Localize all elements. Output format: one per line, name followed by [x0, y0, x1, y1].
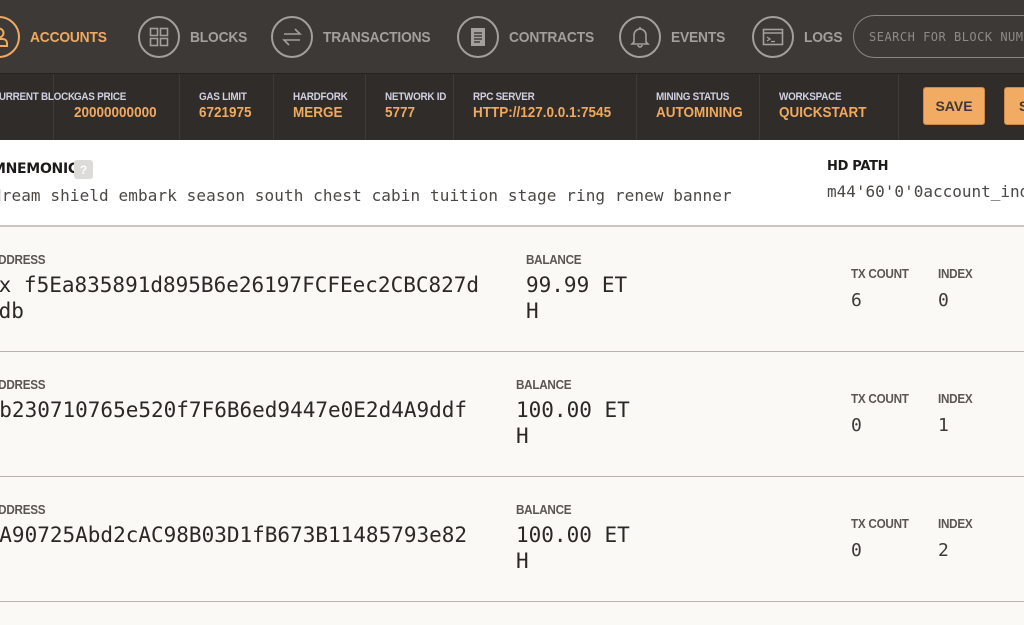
tx-count-label: TX COUNT	[851, 391, 909, 406]
address-value: 0xA90725Abd2cAC98B03D1fB673B11485793e82e…	[0, 523, 468, 547]
tx-count-value: 6	[851, 290, 862, 311]
stat-workspace: WORKSPACE QUICKSTART	[760, 74, 899, 141]
mnemonic-section: MNEMONIC ? dream shield embark season so…	[0, 140, 1024, 227]
mnemonic-value: dream shield embark season south chest c…	[0, 186, 732, 205]
status-bar: CURRENT BLOCK GAS PRICE 20000000000 GAS …	[0, 73, 1024, 141]
workspace-label: WORKSPACE	[779, 91, 842, 103]
balance-label: BALANCE	[516, 502, 572, 517]
bell-icon	[619, 16, 661, 58]
tx-count-value: 0	[851, 540, 862, 561]
nav-events[interactable]: EVENTS	[619, 14, 730, 60]
nav-blocks[interactable]: BLOCKS	[138, 14, 252, 60]
balance-value: 100.00 ETH	[516, 523, 630, 573]
index-value: 0	[938, 290, 949, 311]
nav-accounts-label: ACCOUNTS	[30, 28, 107, 46]
address-label: ADDRESS	[0, 377, 46, 392]
hd-path-label: HD PATH	[827, 159, 889, 174]
nav-blocks-label: BLOCKS	[190, 28, 248, 46]
current-block-label: CURRENT BLOCK	[0, 91, 75, 103]
stat-hardfork: HARDFORK MERGE	[274, 74, 366, 141]
index-value: 1	[938, 415, 949, 436]
tx-count-value: 0	[851, 415, 862, 436]
rpc-server-value: HTTP://127.0.0.1:7545	[473, 104, 612, 121]
network-id-label: NETWORK ID	[385, 91, 447, 103]
index-label: INDEX	[938, 391, 973, 406]
address-label: ADDRESS	[0, 502, 46, 517]
address-label: ADDRESS	[0, 252, 46, 267]
save-button[interactable]: SAVE	[923, 87, 985, 125]
grid-icon	[138, 16, 180, 58]
gas-price-label: GAS PRICE	[74, 91, 127, 103]
index-label: INDEX	[938, 516, 973, 531]
network-id-value: 5777	[385, 104, 416, 121]
nav-accounts[interactable]: ACCOUNTS	[0, 14, 113, 60]
gas-limit-value: 6721975	[199, 104, 252, 121]
document-icon	[457, 16, 499, 58]
gas-price-value: 20000000000	[74, 104, 157, 121]
user-icon	[0, 16, 20, 58]
mnemonic-label: MNEMONIC	[0, 161, 78, 177]
stat-gas-price: GAS PRICE 20000000000	[54, 74, 180, 141]
workspace-value: QUICKSTART	[779, 104, 867, 121]
swap-arrows-icon	[271, 16, 313, 58]
balance-label: BALANCE	[526, 252, 582, 267]
address-value: 0x f5Ea835891d895B6e26197FCFEec2CBC827d6…	[0, 273, 480, 323]
tx-count-label: TX COUNT	[851, 266, 909, 281]
account-row[interactable]: ADDRESS 0x f5Ea835891d895B6e26197FCFEec2…	[0, 227, 1024, 352]
stat-network-id: NETWORK ID 5777	[366, 74, 454, 141]
tx-count-label: TX COUNT	[851, 516, 909, 531]
mining-status-value: AUTOMINING	[656, 104, 743, 121]
index-value: 2	[938, 540, 949, 561]
stat-gas-limit: GAS LIMIT 6721975	[180, 74, 274, 141]
nav-logs-label: LOGS	[804, 28, 843, 46]
switch-button[interactable]: SWITCH	[1004, 87, 1024, 125]
address-value: 0xb230710765e520f7F6B6ed9447e0E2d4A9ddf1…	[0, 398, 468, 422]
hd-path-value: m44'60'0'0account_index	[827, 182, 1024, 201]
stat-mining-status: MINING STATUS AUTOMINING	[637, 74, 760, 141]
top-navigation: ACCOUNTS BLOCKS TRANSACTIONS CONTRACTS E…	[0, 0, 1024, 73]
gas-limit-label: GAS LIMIT	[199, 91, 247, 103]
help-icon[interactable]: ?	[74, 160, 93, 179]
nav-transactions[interactable]: TRANSACTIONS	[271, 14, 440, 60]
rpc-server-label: RPC SERVER	[473, 91, 535, 103]
account-row[interactable]: ADDRESS 0xb230710765e520f7F6B6ed9447e0E2…	[0, 352, 1024, 477]
balance-value: 100.00 ETH	[516, 398, 630, 448]
balance-value: 99.99 ETH	[526, 273, 628, 323]
stat-rpc-server: RPC SERVER HTTP://127.0.0.1:7545	[454, 74, 637, 141]
hardfork-value: MERGE	[293, 104, 343, 121]
index-label: INDEX	[938, 266, 973, 281]
nav-logs[interactable]: LOGS	[752, 14, 846, 60]
nav-contracts-label: CONTRACTS	[509, 28, 594, 46]
search-box[interactable]	[853, 15, 1024, 58]
stat-current-block: CURRENT BLOCK	[0, 74, 75, 141]
nav-contracts[interactable]: CONTRACTS	[457, 14, 601, 60]
nav-events-label: EVENTS	[671, 28, 726, 46]
hardfork-label: HARDFORK	[293, 91, 348, 103]
balance-label: BALANCE	[516, 377, 572, 392]
nav-transactions-label: TRANSACTIONS	[323, 28, 431, 46]
account-row[interactable]: ADDRESS 0xA90725Abd2cAC98B03D1fB673B1148…	[0, 477, 1024, 602]
terminal-icon	[752, 16, 794, 58]
mining-status-label: MINING STATUS	[656, 91, 730, 103]
search-input[interactable]	[869, 29, 1024, 44]
